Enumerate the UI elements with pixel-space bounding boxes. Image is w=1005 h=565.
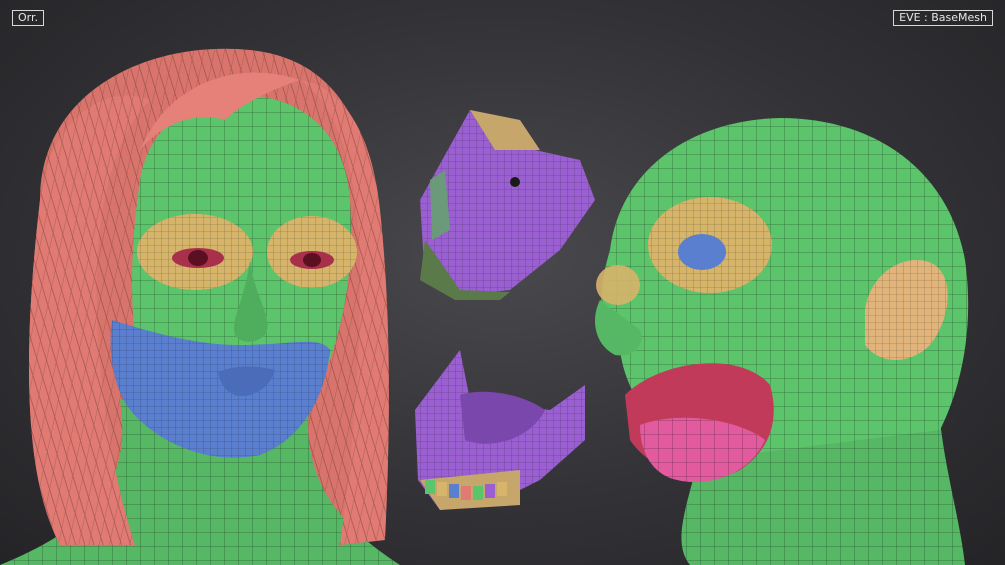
side-head-model: [595, 118, 969, 565]
upper-mouth-interior-model: [420, 110, 595, 300]
3d-viewport[interactable]: Orr. EVE : BaseMesh: [0, 0, 1005, 565]
mesh-render: [0, 48, 969, 565]
lower-mouth-interior-model: [415, 350, 585, 510]
side-eye: [678, 234, 726, 270]
projection-mode-label[interactable]: Orr.: [12, 10, 44, 26]
front-head-model: [0, 48, 400, 565]
mesh-name-label[interactable]: EVE : BaseMesh: [893, 10, 993, 26]
